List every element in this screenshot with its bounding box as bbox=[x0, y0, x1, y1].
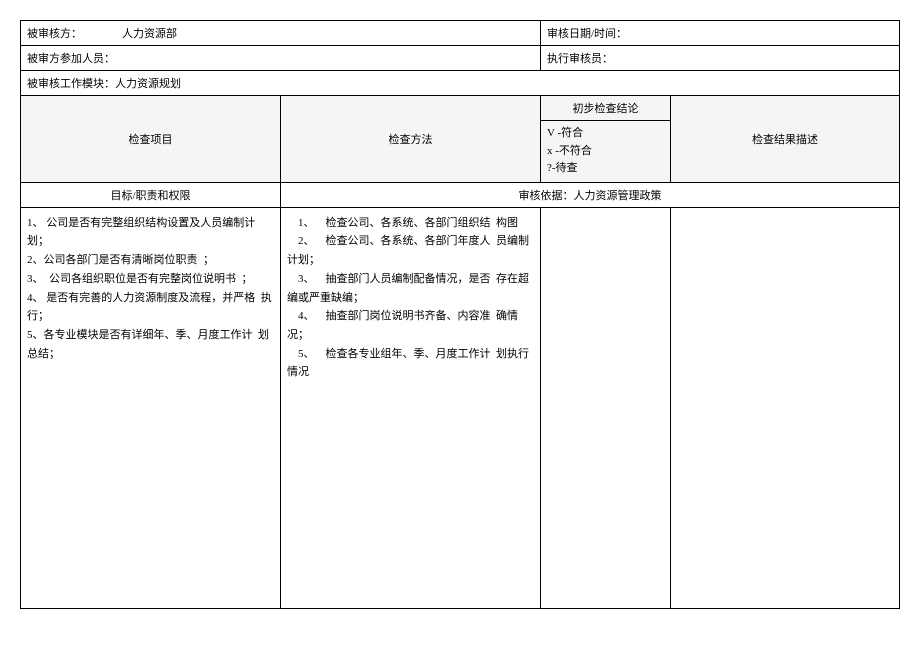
cell-auditor: 执行审核员： bbox=[541, 46, 899, 70]
auditee-label: 被审核方： bbox=[27, 25, 82, 41]
items-text: 1、 公司是否有完整组织结构设置及人员编制计 划； 2、公司各部门是否有清晰岗位… bbox=[27, 214, 274, 364]
auditee-value: 人力资源部 bbox=[122, 25, 177, 41]
content-result bbox=[671, 208, 899, 608]
col-prelim: 初步检查结论 V -符合 x -不符合 ?-待查 bbox=[541, 96, 671, 182]
col-result: 检查结果描述 bbox=[671, 96, 899, 182]
cell-participants: 被审方参加人员： bbox=[21, 46, 541, 70]
subheader-left: 目标/职责和权限 bbox=[21, 183, 281, 207]
row-content: 1、 公司是否有完整组织结构设置及人员编制计 划； 2、公司各部门是否有清晰岗位… bbox=[21, 208, 899, 608]
content-methods: 1、 检查公司、各系统、各部门组织结 构图 2、 检查公司、各系统、各部门年度人… bbox=[281, 208, 541, 608]
subheader-right: 审核依据：人力资源管理政策 bbox=[281, 183, 899, 207]
methods-text: 1、 检查公司、各系统、各部门组织结 构图 2、 检查公司、各系统、各部门年度人… bbox=[287, 214, 534, 382]
content-items: 1、 公司是否有完整组织结构设置及人员编制计 划； 2、公司各部门是否有清晰岗位… bbox=[21, 208, 281, 608]
legend-x: x -不符合 bbox=[547, 143, 664, 161]
col-method: 检查方法 bbox=[281, 96, 541, 182]
participants-label: 被审方参加人员： bbox=[27, 50, 115, 66]
row-participants: 被审方参加人员： 执行审核员： bbox=[21, 46, 899, 71]
col-item: 检查项目 bbox=[21, 96, 281, 182]
row-subheader: 目标/职责和权限 审核依据：人力资源管理政策 bbox=[21, 183, 899, 208]
prelim-title: 初步检查结论 bbox=[541, 96, 670, 121]
content-prelim bbox=[541, 208, 671, 608]
row-auditee: 被审核方： 人力资源部 审核日期/时间： bbox=[21, 21, 899, 46]
auditor-label: 执行审核员： bbox=[547, 50, 613, 66]
date-label: 审核日期/时间： bbox=[547, 25, 627, 41]
row-column-headers: 检查项目 检查方法 初步检查结论 V -符合 x -不符合 ?-待查 检查结果描… bbox=[21, 96, 899, 183]
prelim-legend: V -符合 x -不符合 ?-待查 bbox=[541, 121, 670, 182]
cell-auditee: 被审核方： 人力资源部 bbox=[21, 21, 541, 45]
row-module: 被审核工作模块：人力资源规划 bbox=[21, 71, 899, 96]
audit-form: 被审核方： 人力资源部 审核日期/时间： 被审方参加人员： 执行审核员： 被审核… bbox=[20, 20, 900, 609]
module-label: 被审核工作模块：人力资源规划 bbox=[21, 71, 899, 95]
legend-v: V -符合 bbox=[547, 125, 664, 143]
cell-date: 审核日期/时间： bbox=[541, 21, 899, 45]
legend-q: ?-待查 bbox=[547, 160, 664, 178]
